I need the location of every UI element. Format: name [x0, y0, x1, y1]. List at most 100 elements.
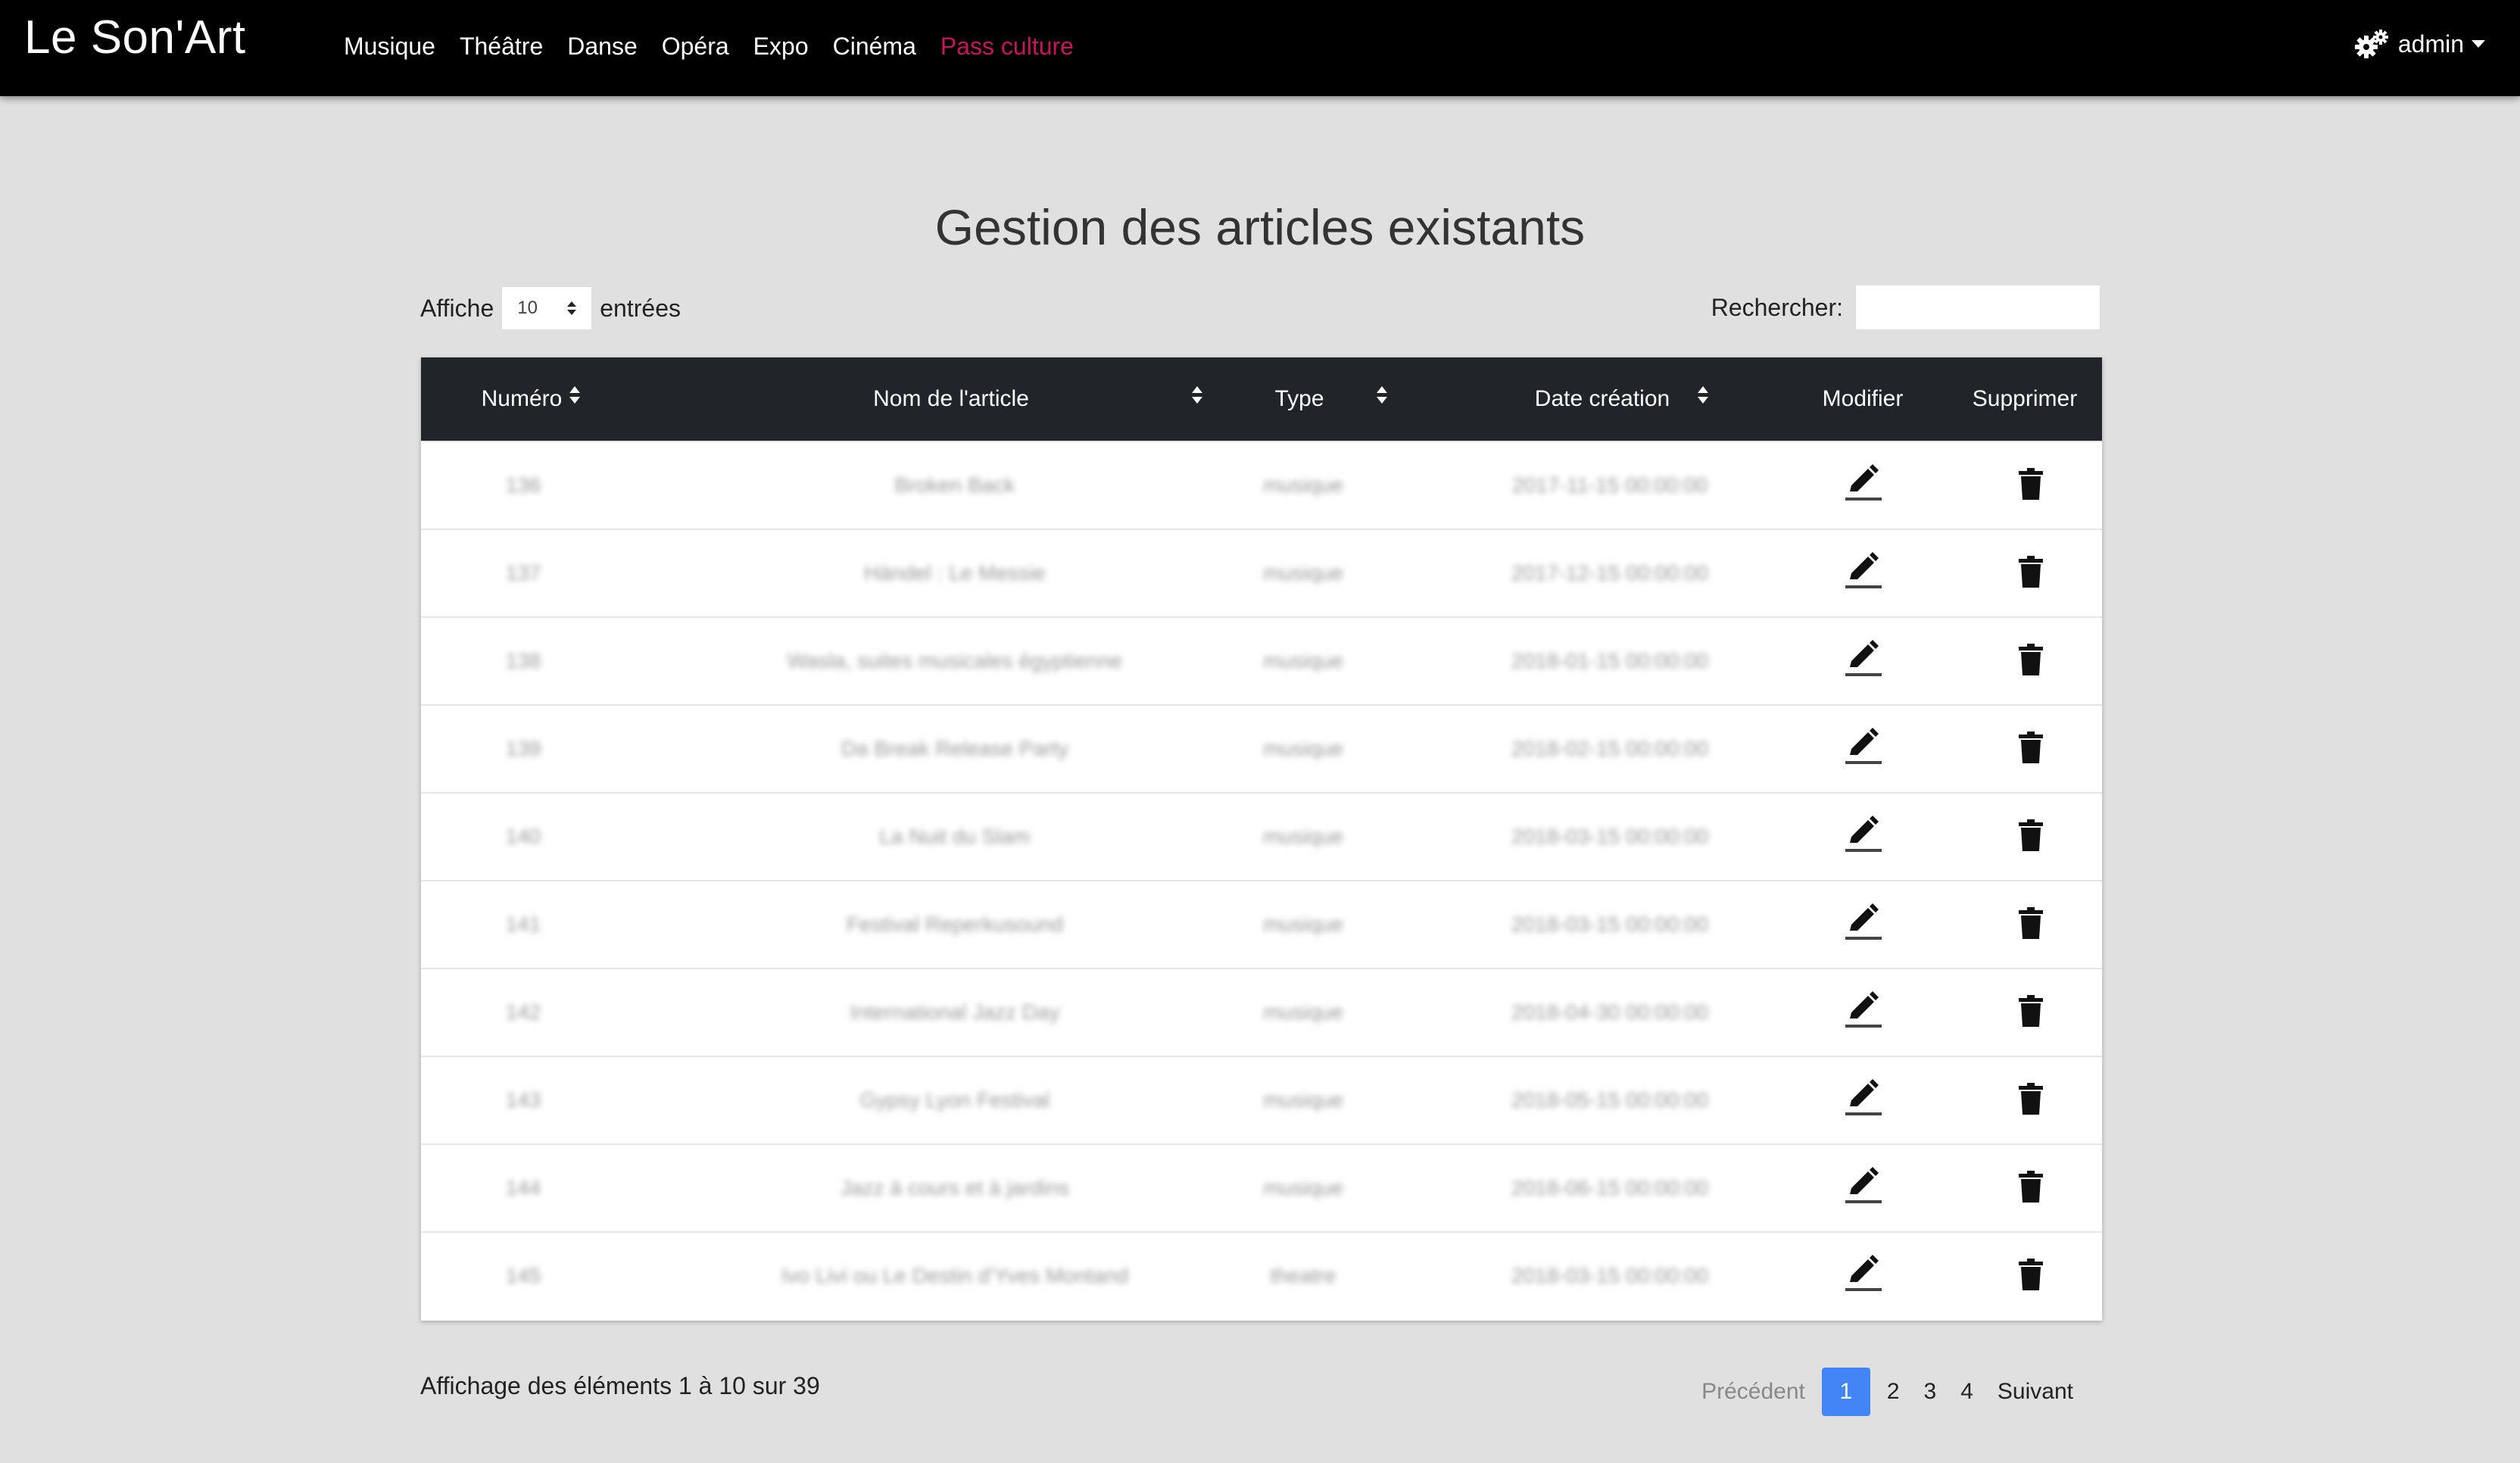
- cell-date: 2018-03-15 00:00:00: [1511, 1264, 1708, 1287]
- entries-select-value: 10: [517, 298, 538, 318]
- page-button-3[interactable]: 3: [1912, 1368, 1949, 1416]
- delete-button[interactable]: [1993, 881, 2069, 968]
- nav-item-pass-culture[interactable]: Pass culture: [940, 30, 1074, 62]
- caret-down-icon: [2472, 40, 2485, 48]
- delete-button[interactable]: [1993, 1145, 2069, 1231]
- pencil-icon: [1844, 1165, 1883, 1212]
- nav-item-opera[interactable]: Opéra: [662, 30, 729, 62]
- delete-button[interactable]: [1993, 794, 2069, 880]
- entries-length-control: Affiche 10 entrées: [420, 286, 681, 330]
- table-info: Affichage des éléments 1 à 10 sur 39: [420, 1372, 820, 1399]
- cell-type: musique: [1263, 649, 1343, 672]
- user-name: admin: [2397, 30, 2464, 58]
- nav-item-expo[interactable]: Expo: [753, 30, 809, 62]
- top-navbar: Le Son'Art Musique Théâtre Danse Opéra E…: [0, 0, 2520, 96]
- search-label: Rechercher:: [1711, 293, 1843, 321]
- page-button-1[interactable]: 1: [1821, 1368, 1870, 1416]
- cell-type: musique: [1263, 737, 1343, 760]
- edit-button[interactable]: [1822, 969, 1905, 1056]
- cell-nom: Gypsy Lyon Festival: [859, 1088, 1050, 1112]
- page-button-4[interactable]: 4: [1948, 1368, 1985, 1416]
- header-modifier: Modifier: [1822, 386, 1904, 411]
- pencil-icon: [1844, 726, 1883, 772]
- cell-numero: 136: [505, 473, 541, 497]
- table-row: 144 Jazz à cours et à jardins musique 2018-…: [421, 1143, 2102, 1231]
- cell-numero: 144: [505, 1176, 541, 1199]
- trash-icon: [2019, 906, 2043, 943]
- trash-icon: [2019, 994, 2043, 1031]
- delete-button[interactable]: [1993, 530, 2069, 616]
- delete-button[interactable]: [1993, 442, 2069, 529]
- cell-date: 2018-05-15 00:00:00: [1511, 1088, 1708, 1112]
- edit-button[interactable]: [1822, 881, 1905, 968]
- delete-button[interactable]: [1993, 1233, 2069, 1319]
- delete-button[interactable]: [1993, 618, 2069, 704]
- edit-button[interactable]: [1822, 530, 1905, 616]
- page-title: Gestion des articles existants: [934, 199, 1586, 255]
- delete-button[interactable]: [1993, 969, 2069, 1056]
- cell-nom: Broken Back: [894, 473, 1015, 497]
- table-row: 142 International Jazz Day musique 2018-04-…: [421, 968, 2102, 1056]
- header-date[interactable]: Date création: [1451, 357, 1754, 441]
- cell-type: musique: [1263, 1000, 1343, 1024]
- delete-button[interactable]: [1993, 1057, 2069, 1143]
- cell-date: 2017-12-15 00:00:00: [1511, 561, 1708, 585]
- edit-button[interactable]: [1822, 442, 1905, 529]
- table-row: 145 Ivo Livi ou Le Destin d'Yves Montand t…: [421, 1231, 2102, 1319]
- cell-nom: Jazz à cours et à jardins: [841, 1176, 1069, 1199]
- trash-icon: [2019, 1170, 2043, 1206]
- trash-icon: [2019, 467, 2043, 504]
- trash-icon: [2019, 819, 2043, 855]
- sort-icon[interactable]: [1377, 386, 1387, 404]
- length-suffix: entrées: [600, 294, 681, 322]
- nav-item-musique[interactable]: Musique: [344, 30, 435, 62]
- cell-numero: 142: [505, 1000, 541, 1024]
- cell-type: musique: [1263, 1088, 1343, 1112]
- user-menu[interactable]: admin: [2354, 29, 2485, 59]
- nav-item-theatre[interactable]: Théâtre: [460, 30, 543, 62]
- cell-type: theatre: [1270, 1264, 1336, 1287]
- edit-button[interactable]: [1822, 794, 1905, 880]
- trash-icon: [2019, 1258, 2043, 1294]
- edit-button[interactable]: [1822, 1057, 1905, 1143]
- edit-button[interactable]: [1822, 1233, 1905, 1319]
- entries-select[interactable]: 10: [501, 286, 593, 330]
- edit-button[interactable]: [1822, 706, 1905, 792]
- table-row: 143 Gypsy Lyon Festival musique 2018-05-15 …: [421, 1056, 2102, 1143]
- cell-date: 2018-02-15 00:00:00: [1511, 737, 1708, 760]
- nav-item-cinema[interactable]: Cinéma: [833, 30, 916, 62]
- cell-numero: 140: [505, 825, 541, 848]
- pencil-icon: [1844, 1078, 1883, 1124]
- pencil-icon: [1844, 1253, 1883, 1299]
- pagination-previous[interactable]: Précédent: [1689, 1368, 1817, 1416]
- header-nom[interactable]: Nom de l'article: [747, 357, 1156, 441]
- pencil-icon: [1844, 463, 1883, 509]
- edit-button[interactable]: [1822, 1145, 1905, 1231]
- table-row: 137 Händel : Le Messie musique 2017-12-15 0…: [421, 529, 2102, 616]
- cell-numero: 139: [505, 737, 541, 760]
- delete-button[interactable]: [1993, 706, 2069, 792]
- nav-item-danse[interactable]: Danse: [567, 30, 638, 62]
- cell-type: musique: [1263, 912, 1343, 936]
- trash-icon: [2019, 555, 2043, 591]
- edit-button[interactable]: [1822, 618, 1905, 704]
- sort-icon[interactable]: [1192, 386, 1202, 404]
- table-row: 136 Broken Back musique 2017-11-15 00:00:00: [421, 441, 2102, 529]
- header-type[interactable]: Type: [1224, 357, 1375, 441]
- trash-icon: [2019, 1082, 2043, 1118]
- pencil-icon: [1844, 990, 1883, 1036]
- cell-date: 2017-11-15 00:00:00: [1512, 473, 1708, 497]
- sort-icon[interactable]: [1698, 386, 1708, 404]
- cell-nom: Wasla, suites musicales égyptienne: [787, 649, 1123, 672]
- search-input[interactable]: [1855, 285, 2101, 330]
- brand-logo[interactable]: Le Son'Art: [24, 11, 246, 64]
- page-button-2[interactable]: 2: [1875, 1368, 1912, 1416]
- table-header: Numéro Nom de l'article Type Date créati…: [421, 357, 2102, 441]
- pagination-next[interactable]: Suivant: [1985, 1368, 2085, 1416]
- cell-numero: 143: [505, 1088, 541, 1112]
- cell-type: musique: [1263, 825, 1343, 848]
- cell-nom: Händel : Le Messie: [864, 561, 1046, 585]
- length-prefix: Affiche: [420, 294, 494, 322]
- sort-icon[interactable]: [569, 386, 580, 404]
- cell-date: 2018-06-15 00:00:00: [1511, 1176, 1708, 1199]
